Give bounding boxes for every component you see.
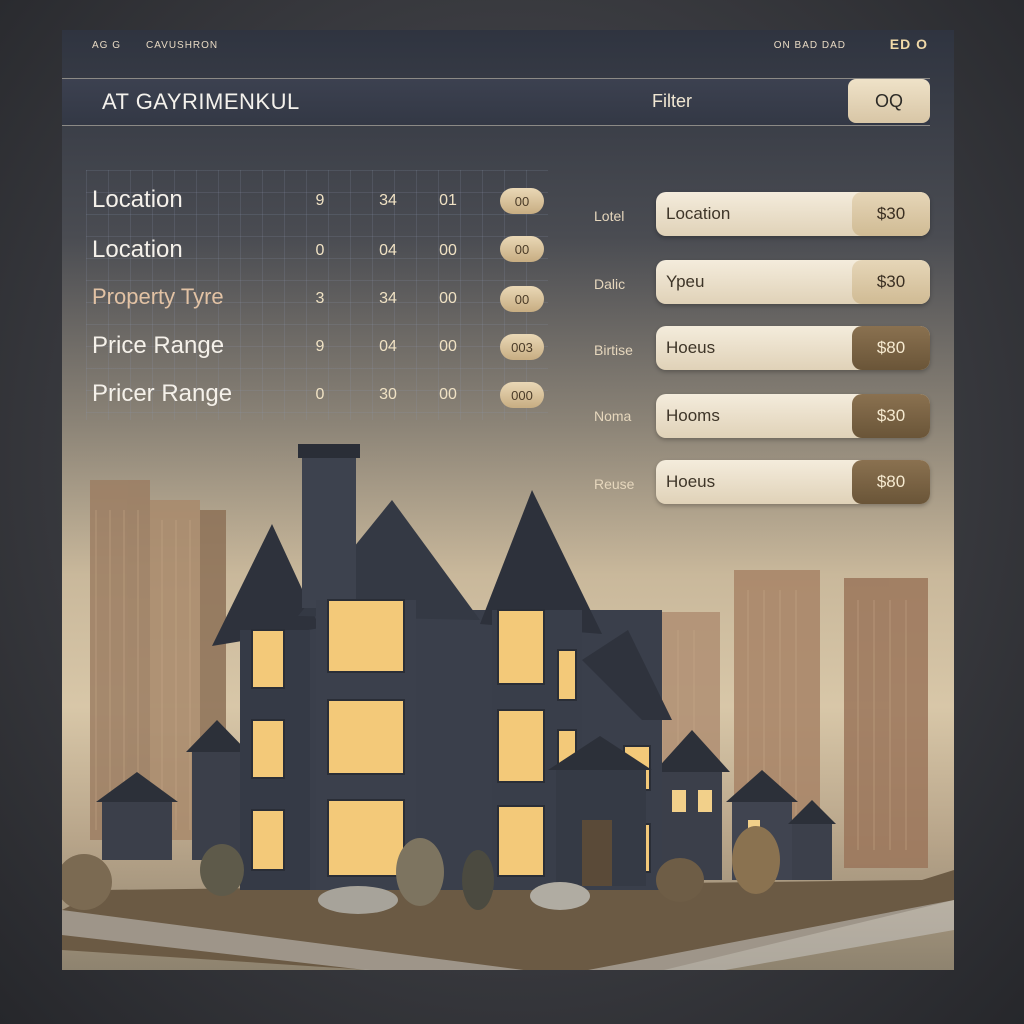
table-cell: 01	[439, 192, 457, 209]
row-label: Property Tyre	[92, 284, 224, 309]
top-bar-left-text: AG G	[92, 40, 122, 51]
table-cell: 00	[439, 386, 457, 403]
header-bar: AT GAYRIMENKUL Filter OQ	[62, 78, 930, 126]
filter-field-rooms[interactable]: Hooms $30	[656, 394, 930, 438]
side-label: Reuse	[594, 476, 635, 492]
search-icon: OQ	[874, 90, 903, 111]
row-pill[interactable]: 003	[500, 334, 544, 360]
filter-field-price[interactable]: Hoeus $80	[656, 326, 930, 370]
field-value-button[interactable]: $80	[852, 326, 930, 370]
field-text: Hoeus	[666, 338, 716, 357]
table-cell: 04	[379, 242, 397, 259]
side-label: Dalic	[594, 276, 626, 292]
brand-title: AT GAYRIMENKUL	[102, 89, 300, 114]
field-text: Location	[666, 204, 731, 223]
table-cell: 9	[315, 338, 325, 355]
row-label: Location	[92, 186, 183, 213]
table-cell: 00	[439, 242, 457, 259]
field-value-button[interactable]: $30	[852, 394, 930, 438]
top-bar-right-icons[interactable]: ED O	[890, 36, 928, 52]
table-cell: 0	[315, 386, 325, 403]
row-pill[interactable]: 00	[500, 286, 544, 312]
row-pill[interactable]: 00	[500, 236, 544, 262]
table-cell: 00	[439, 290, 457, 307]
field-value-button[interactable]: $30	[852, 192, 930, 236]
top-bar-right-text: ON BAD DAD	[773, 40, 846, 51]
side-label: Birtise	[594, 342, 633, 358]
field-text: Hooms	[666, 406, 720, 425]
row-label: Pricer Range	[92, 380, 233, 407]
table-cell: 00	[439, 338, 457, 355]
filter-field-houses[interactable]: Hoeus $80	[656, 460, 930, 504]
row-pill[interactable]: 000	[500, 382, 544, 408]
row-label: Price Range	[92, 332, 225, 359]
row-pill[interactable]: 00	[500, 188, 544, 214]
field-text: Ypeu	[666, 272, 705, 291]
table-cell: 30	[379, 386, 397, 403]
side-label: Lotel	[594, 208, 625, 224]
filter-field-location[interactable]: Location $30	[656, 192, 930, 236]
side-label: Noma	[594, 408, 632, 424]
top-bar-left-text-2: CAVUSHRON	[146, 40, 219, 51]
app-window: AG G CAVUSHRON ON BAD DAD ED O AT GAYRIM…	[62, 30, 954, 970]
table-cell: 0	[315, 242, 325, 259]
row-label: Location	[92, 236, 183, 263]
filter-label[interactable]: Filter	[652, 91, 692, 112]
table-cell: 34	[379, 290, 397, 307]
table-cell: 34	[379, 192, 397, 209]
table-cell: 04	[379, 338, 397, 355]
field-value-button[interactable]: $80	[852, 460, 930, 504]
filter-field-type[interactable]: Ypeu $30	[656, 260, 930, 304]
table-cell: 9	[315, 192, 325, 209]
field-text: Hoeus	[666, 472, 716, 491]
table-cell: 3	[315, 290, 325, 307]
field-value-button[interactable]: $30	[852, 260, 930, 304]
main-house	[212, 444, 672, 890]
search-button[interactable]: OQ	[848, 79, 930, 123]
top-bar: AG G CAVUSHRON ON BAD DAD ED O	[62, 30, 954, 60]
